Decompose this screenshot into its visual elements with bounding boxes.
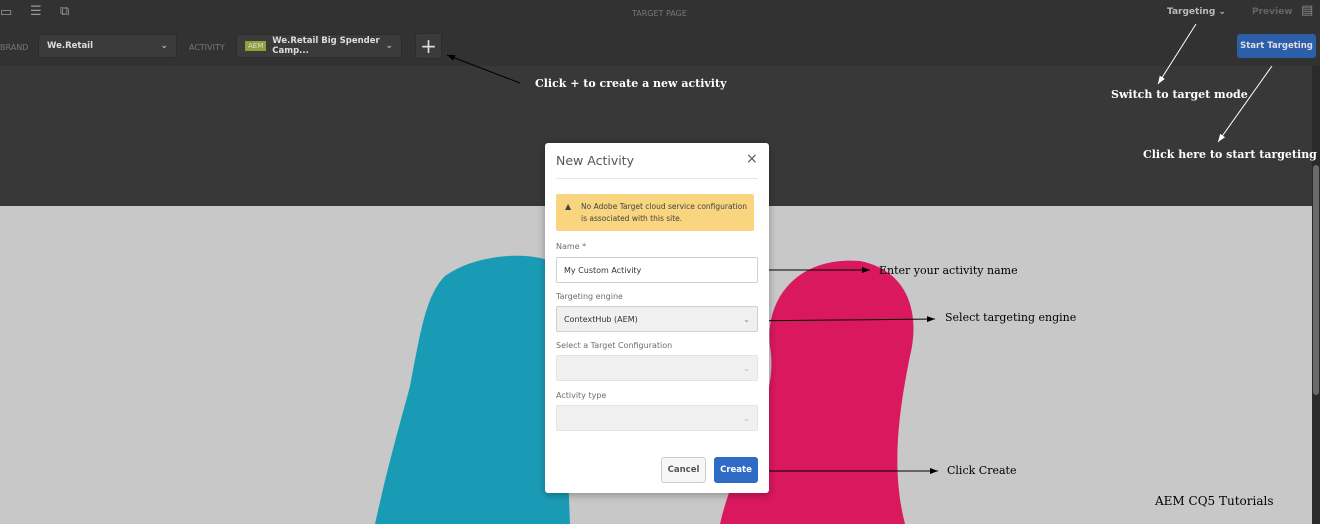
close-icon[interactable]: × (746, 151, 758, 167)
config-select[interactable]: ⌄ (556, 355, 758, 381)
arrow-add (446, 54, 521, 84)
annotation-start: Click here to start targeting (1143, 148, 1317, 161)
engine-label: Targeting engine (556, 292, 623, 301)
activity-type-select[interactable]: ⌄ (556, 405, 758, 431)
chevron-down-icon: ⌄ (743, 314, 750, 324)
annotation-switch: Switch to target mode (1111, 88, 1248, 101)
annotation-name: Enter your activity name (879, 264, 1018, 277)
warning-icon: ▲ (565, 202, 572, 211)
create-button[interactable]: Create (714, 457, 758, 483)
credit-text: AEM CQ5 Tutorials (1155, 494, 1274, 508)
dialog-title: New Activity (556, 153, 634, 168)
name-value: My Custom Activity (564, 265, 642, 275)
annotation-add: Click + to create a new activity (535, 77, 727, 90)
engine-value: ContextHub (AEM) (564, 314, 638, 324)
cancel-button[interactable]: Cancel (661, 457, 706, 483)
arrow-start (1217, 65, 1273, 143)
annotation-engine: Select targeting engine (945, 311, 1077, 324)
divider (556, 178, 758, 179)
new-activity-dialog: New Activity × ▲ No Adobe Target cloud s… (545, 143, 769, 493)
arrow-engine (743, 316, 936, 323)
arrow-switch (1157, 23, 1197, 85)
chevron-down-icon: ⌄ (743, 363, 750, 373)
engine-select[interactable]: ContextHub (AEM) ⌄ (556, 306, 758, 332)
chevron-down-icon: ⌄ (743, 413, 750, 423)
warning-alert: ▲ No Adobe Target cloud service configur… (556, 194, 754, 231)
annotation-create: Click Create (947, 464, 1017, 477)
name-label: Name * (556, 242, 587, 251)
name-input[interactable]: My Custom Activity (556, 257, 758, 283)
type-label: Activity type (556, 391, 607, 400)
warning-text: No Adobe Target cloud service configurat… (581, 202, 747, 223)
config-label: Select a Target Configuration (556, 341, 673, 350)
